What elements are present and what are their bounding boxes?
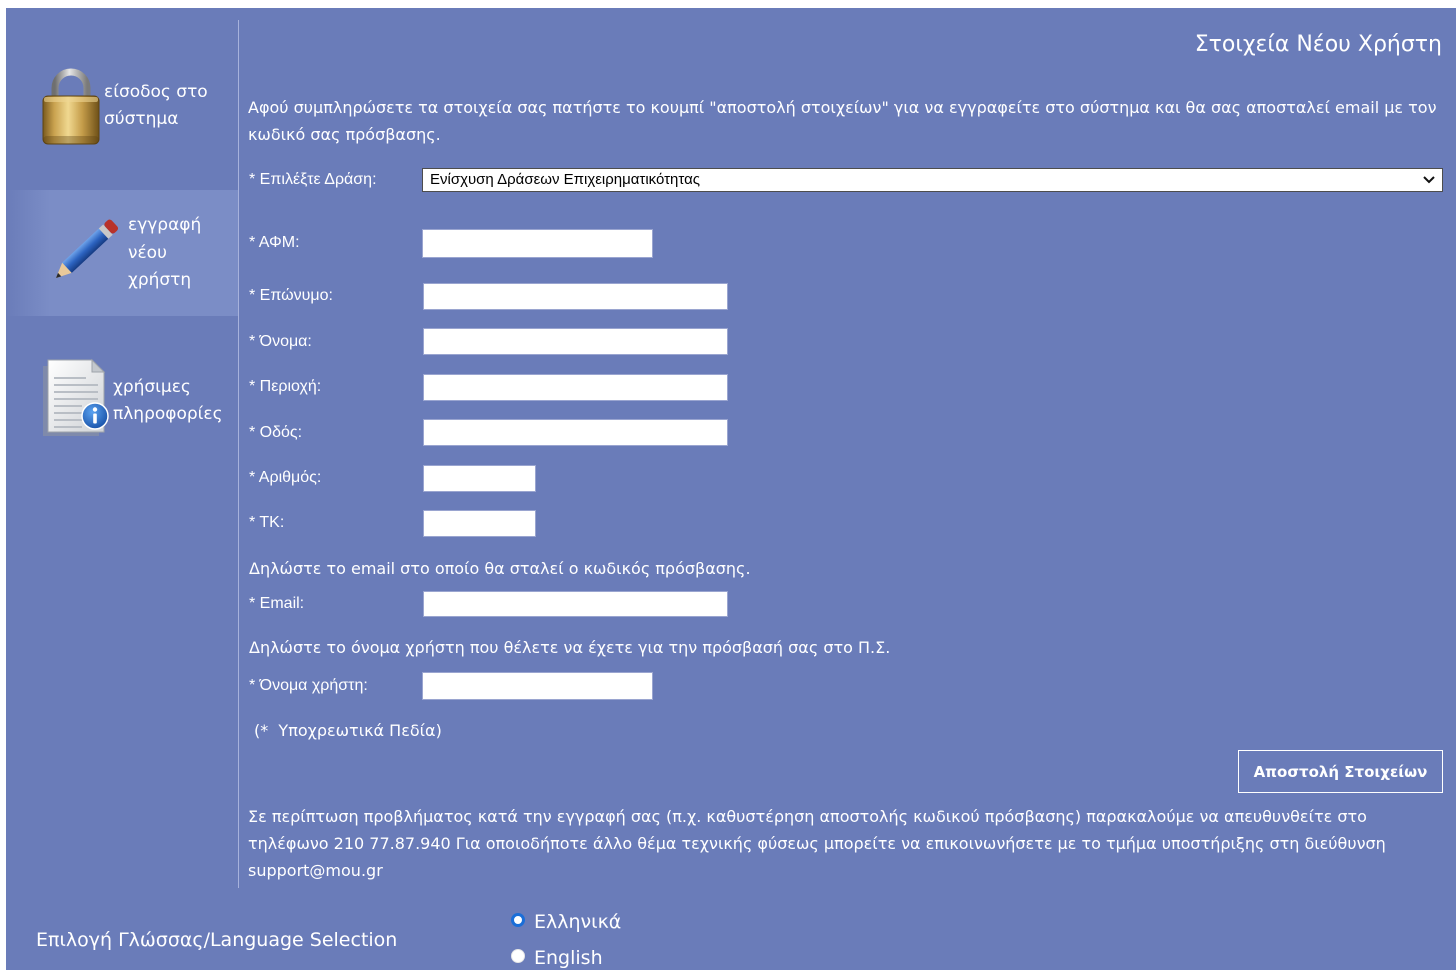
number-input[interactable] (423, 465, 536, 492)
sidebar-item-label: είσοδος στο σύστημα (104, 79, 208, 133)
screen: είσοδος στο σύστημα εγγραφή νέου χρήστη … (0, 0, 1456, 970)
street-input[interactable] (423, 419, 728, 446)
postcode-label: * ΤΚ: (249, 514, 285, 531)
surname-input[interactable] (423, 283, 728, 310)
sidebar-item-login[interactable]: είσοδος στο σύστημα (6, 55, 238, 155)
action-select-value: Ενίσχυση Δράσεων Επιχειρηματικότητας (430, 171, 701, 188)
firstname-label: * Όνομα: (249, 333, 312, 350)
lock-icon (42, 68, 100, 145)
language-selection: Επιλογή Γλώσσας/Language Selection Ελλην… (0, 900, 1456, 970)
sidebar-item-label-line: εγγραφή (128, 215, 202, 235)
number-label: * Αριθμός: (249, 469, 322, 486)
action-label: * Επιλέξτε Δράση: (249, 171, 377, 188)
sidebar-item-label-line: νέου (128, 242, 167, 263)
email-label: * Email: (249, 595, 305, 612)
firstname-input[interactable] (423, 328, 728, 355)
region-label: * Περιοχή: (249, 378, 322, 395)
language-option-label: English (534, 947, 603, 969)
support-text: Σε περίπτωση προβλήματος κατά την εγγραφ… (248, 807, 1386, 880)
chevron-down-icon (1423, 176, 1435, 184)
sidebar-divider (238, 20, 239, 888)
street-label: * Οδός: (249, 424, 303, 441)
sidebar-item-info[interactable]: χρήσιμες πληροφορίες (6, 340, 238, 450)
sidebar-item-label-line: πληροφορίες (113, 404, 223, 424)
document-info-icon (43, 358, 109, 436)
email-input[interactable] (423, 591, 728, 617)
page-title: Στοιχεία Νέου Χρήστη (1194, 32, 1442, 57)
intro-text: Αφού συμπληρώσετε τα στοιχεία σας πατήστ… (248, 98, 1437, 144)
afm-input[interactable] (422, 229, 653, 258)
submit-button[interactable]: Αποστολή Στοιχείων (1238, 750, 1443, 793)
sidebar-item-register[interactable]: εγγραφή νέου χρήστη (6, 190, 238, 316)
sidebar-item-label: χρήσιμες πληροφορίες (113, 374, 223, 428)
surname-label: * Επώνυμο: (249, 287, 333, 304)
username-label: * Όνομα χρήστη: (249, 677, 368, 694)
region-input[interactable] (423, 374, 728, 401)
sidebar-item-label: εγγραφή νέου χρήστη (128, 212, 201, 295)
sidebar: είσοδος στο σύστημα εγγραφή νέου χρήστη … (0, 0, 238, 890)
language-option-english[interactable]: English (511, 945, 641, 969)
language-label: Επιλογή Γλώσσας/Language Selection (36, 929, 398, 951)
radio-greek[interactable] (511, 913, 525, 927)
language-option-label: Ελληνικά (534, 911, 622, 933)
radio-english[interactable] (511, 949, 525, 963)
postcode-input[interactable] (423, 510, 536, 537)
username-input[interactable] (422, 672, 653, 700)
registration-form-area: Στοιχεία Νέου Χρήστη Αφού συμπληρώσετε τ… (240, 0, 1456, 900)
language-option-greek[interactable]: Ελληνικά (511, 909, 641, 933)
action-select[interactable]: Ενίσχυση Δράσεων Επιχειρηματικότητας (422, 168, 1443, 192)
sidebar-item-label-line: σύστημα (104, 109, 179, 129)
sidebar-item-label-line: είσοδος στο (104, 82, 208, 102)
email-note: Δηλώστε το email στο οποίο θα σταλεί ο κ… (249, 559, 751, 578)
sidebar-item-label-line: χρήσιμες (113, 377, 191, 397)
required-fields-note: (* Υποχρεωτικά Πεδία) (254, 721, 442, 740)
pencil-icon (56, 219, 119, 278)
afm-label: * ΑΦΜ: (249, 234, 300, 251)
username-note: Δηλώστε το όνομα χρήστη που θέλετε να έχ… (249, 638, 891, 657)
sidebar-item-label-line: χρήστη (128, 270, 192, 290)
